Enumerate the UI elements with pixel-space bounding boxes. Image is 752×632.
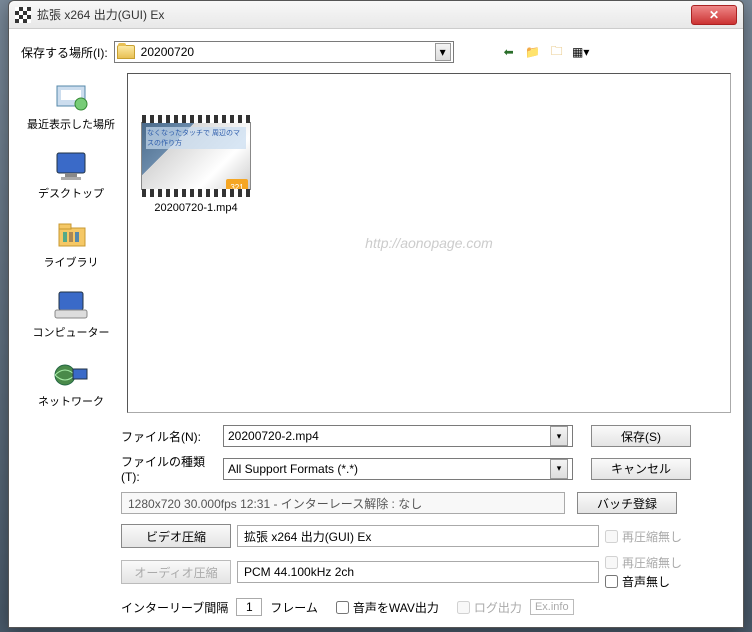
- video-info-display: 1280x720 30.000fps 12:31 - インターレース解除 : な…: [121, 492, 565, 514]
- app-icon: [15, 7, 31, 23]
- sidebar-recent[interactable]: 最近表示した場所: [21, 79, 121, 132]
- view-menu-icon[interactable]: ▦▾: [572, 43, 590, 61]
- sidebar-desktop[interactable]: デスクトップ: [21, 148, 121, 201]
- audio-codec-display: PCM 44.100kHz 2ch: [237, 561, 599, 583]
- window-title: 拡張 x264 出力(GUI) Ex: [37, 6, 691, 23]
- titlebar: 拡張 x264 出力(GUI) Ex ✕: [9, 1, 743, 29]
- new-folder-icon[interactable]: 🗀: [548, 43, 566, 61]
- filename-label: ファイル名(N):: [121, 428, 217, 445]
- watermark-text: http://aonopage.com: [365, 235, 493, 251]
- back-icon[interactable]: ⬅: [500, 43, 518, 61]
- save-button[interactable]: 保存(S): [591, 425, 691, 447]
- filename-input[interactable]: 20200720-2.mp4: [223, 425, 573, 447]
- interleave-unit: フレーム: [270, 599, 318, 616]
- file-list-pane[interactable]: なくなったタッチで 周辺のマスの作り方 321 20200720-1.mp4 h…: [127, 73, 731, 413]
- wav-output-checkbox[interactable]: 音声をWAV出力: [336, 599, 439, 616]
- location-label: 保存する場所(I):: [21, 44, 108, 61]
- sidebar-computer[interactable]: コンピューター: [21, 287, 121, 340]
- video-codec-display: 拡張 x264 出力(GUI) Ex: [237, 525, 599, 547]
- chevron-down-icon[interactable]: ▾: [435, 43, 451, 61]
- folder-icon: [117, 45, 135, 59]
- interleave-input[interactable]: [236, 598, 262, 616]
- log-output-checkbox: ログ出力: [457, 599, 522, 616]
- audio-compress-button: オーディオ圧縮: [121, 560, 231, 584]
- codec-badge: 321: [226, 179, 248, 195]
- computer-icon: [51, 287, 91, 323]
- filetype-combo[interactable]: All Support Formats (*.*): [223, 458, 573, 480]
- video-thumbnail: なくなったタッチで 周辺のマスの作り方 321: [141, 122, 251, 190]
- location-combo[interactable]: 20200720 ▾: [114, 41, 454, 63]
- libraries-icon: [51, 217, 91, 253]
- location-value: 20200720: [141, 45, 435, 59]
- no-recompress-video-checkbox: 再圧縮無し: [605, 528, 682, 545]
- up-folder-icon[interactable]: 📁: [524, 43, 542, 61]
- interleave-label: インターリーブ間隔: [121, 599, 228, 616]
- save-dialog-window: 拡張 x264 出力(GUI) Ex ✕ 保存する場所(I): 20200720…: [8, 0, 744, 628]
- cancel-button[interactable]: キャンセル: [591, 458, 691, 480]
- file-name-label: 20200720-1.mp4: [154, 202, 237, 214]
- file-item[interactable]: なくなったタッチで 周辺のマスの作り方 321 20200720-1.mp4: [136, 122, 256, 214]
- video-compress-button[interactable]: ビデオ圧縮: [121, 524, 231, 548]
- close-button[interactable]: ✕: [691, 5, 737, 25]
- sidebar-network[interactable]: ネットワーク: [21, 356, 121, 409]
- ex-info-button[interactable]: Ex.info: [530, 599, 574, 615]
- sidebar-libraries[interactable]: ライブラリ: [21, 217, 121, 270]
- places-sidebar: 最近表示した場所 デスクトップ ライブラリ コンピューター ネットワーク: [21, 73, 121, 413]
- no-audio-checkbox[interactable]: 音声無し: [605, 573, 682, 590]
- desktop-icon: [51, 148, 91, 184]
- recent-icon: [51, 79, 91, 115]
- no-recompress-audio-checkbox: 再圧縮無し: [605, 554, 682, 571]
- filetype-label: ファイルの種類(T):: [121, 453, 217, 484]
- batch-register-button[interactable]: バッチ登録: [577, 492, 677, 514]
- network-icon: [51, 356, 91, 392]
